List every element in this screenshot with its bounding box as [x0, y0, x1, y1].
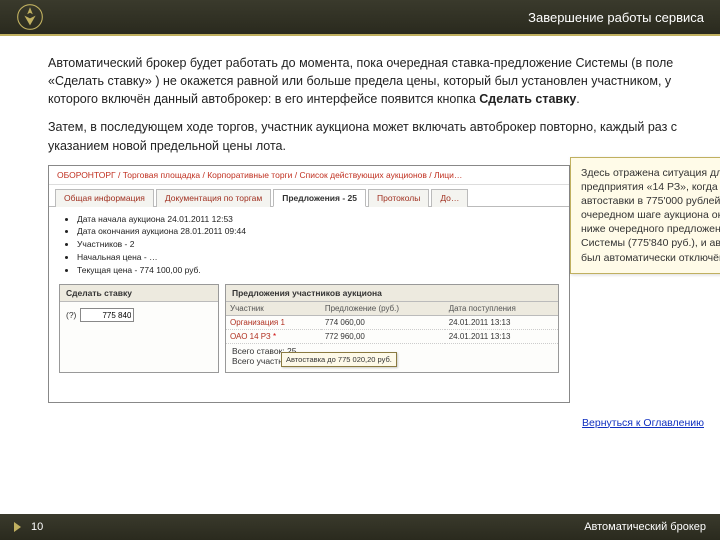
autobet-tooltip: Автоставка до 775 020,20 руб. [281, 352, 397, 367]
org-link[interactable]: ОАО 14 РЗ [230, 332, 271, 341]
tab-offers[interactable]: Предложения - 25 [273, 189, 366, 207]
table-row: ОАО 14 РЗ * 772 960,00 24.01.2011 13:13 [226, 330, 558, 344]
th-participant: Участник [226, 302, 321, 316]
tab-general[interactable]: Общая информация [55, 189, 154, 207]
list-item: Начальная цена - … [77, 251, 559, 264]
star-icon: * [273, 332, 276, 341]
screenshot-wrapper: ОБОРОНТОРГ / Торговая площадка / Корпора… [48, 165, 680, 403]
offers-panel-title: Предложения участников аукциона [226, 285, 558, 302]
tab-protocols[interactable]: Протоколы [368, 189, 429, 207]
tab-more[interactable]: До… [431, 189, 468, 207]
org-link[interactable]: Организация 1 [230, 318, 285, 327]
list-item: Участников - 2 [77, 238, 559, 251]
page-number: 10 [31, 521, 43, 533]
bid-input[interactable] [80, 308, 134, 322]
paragraph-1: Автоматический брокер будет работать до … [48, 54, 680, 108]
app-screenshot: ОБОРОНТОРГ / Торговая площадка / Корпора… [48, 165, 570, 403]
cell-offer: 774 060,00 [321, 316, 445, 330]
auction-info-list: Дата начала аукциона 24.01.2011 12:53 Да… [59, 213, 559, 277]
slide-content: Автоматический брокер будет работать до … [0, 36, 720, 413]
help-icon[interactable]: (?) [66, 310, 76, 320]
offers-table: Участник Предложение (руб.) Дата поступл… [226, 302, 558, 344]
list-item: Текущая цена - 774 100,00 руб. [77, 264, 559, 277]
slide-title: Завершение работы сервиса [528, 10, 704, 25]
footer-caption: Автоматический брокер [584, 521, 706, 533]
tab-docs[interactable]: Документация по торгам [156, 189, 271, 207]
emblem-icon [16, 3, 44, 31]
play-icon[interactable] [14, 522, 21, 532]
cell-date: 24.01.2011 13:13 [445, 316, 558, 330]
annotation-callout: Здесь отражена ситуация для предприятия … [570, 157, 720, 274]
breadcrumb: ОБОРОНТОРГ / Торговая площадка / Корпора… [49, 166, 569, 185]
cell-date: 24.01.2011 13:13 [445, 330, 558, 344]
slide-footer: 10 Автоматический брокер [0, 514, 720, 540]
tab-bar: Общая информация Документация по торгам … [49, 185, 569, 207]
bid-panel-title: Сделать ставку [60, 285, 218, 302]
bid-panel: Сделать ставку (?) [59, 284, 219, 373]
cell-offer: 772 960,00 [321, 330, 445, 344]
list-item: Дата начала аукциона 24.01.2011 12:53 [77, 213, 559, 226]
th-date: Дата поступления [445, 302, 558, 316]
table-row: Организация 1 774 060,00 24.01.2011 13:1… [226, 316, 558, 330]
slide-header: Завершение работы сервиса [0, 0, 720, 36]
return-link-row: Вернуться к Оглавлению [0, 413, 720, 429]
return-to-toc-link[interactable]: Вернуться к Оглавлению [582, 417, 704, 429]
p1-text-c: . [576, 92, 579, 106]
p1-bold: Сделать ставку [479, 92, 576, 106]
th-offer: Предложение (руб.) [321, 302, 445, 316]
list-item: Дата окончания аукциона 28.01.2011 09:44 [77, 225, 559, 238]
paragraph-2: Затем, в последующем ходе торгов, участн… [48, 118, 680, 154]
